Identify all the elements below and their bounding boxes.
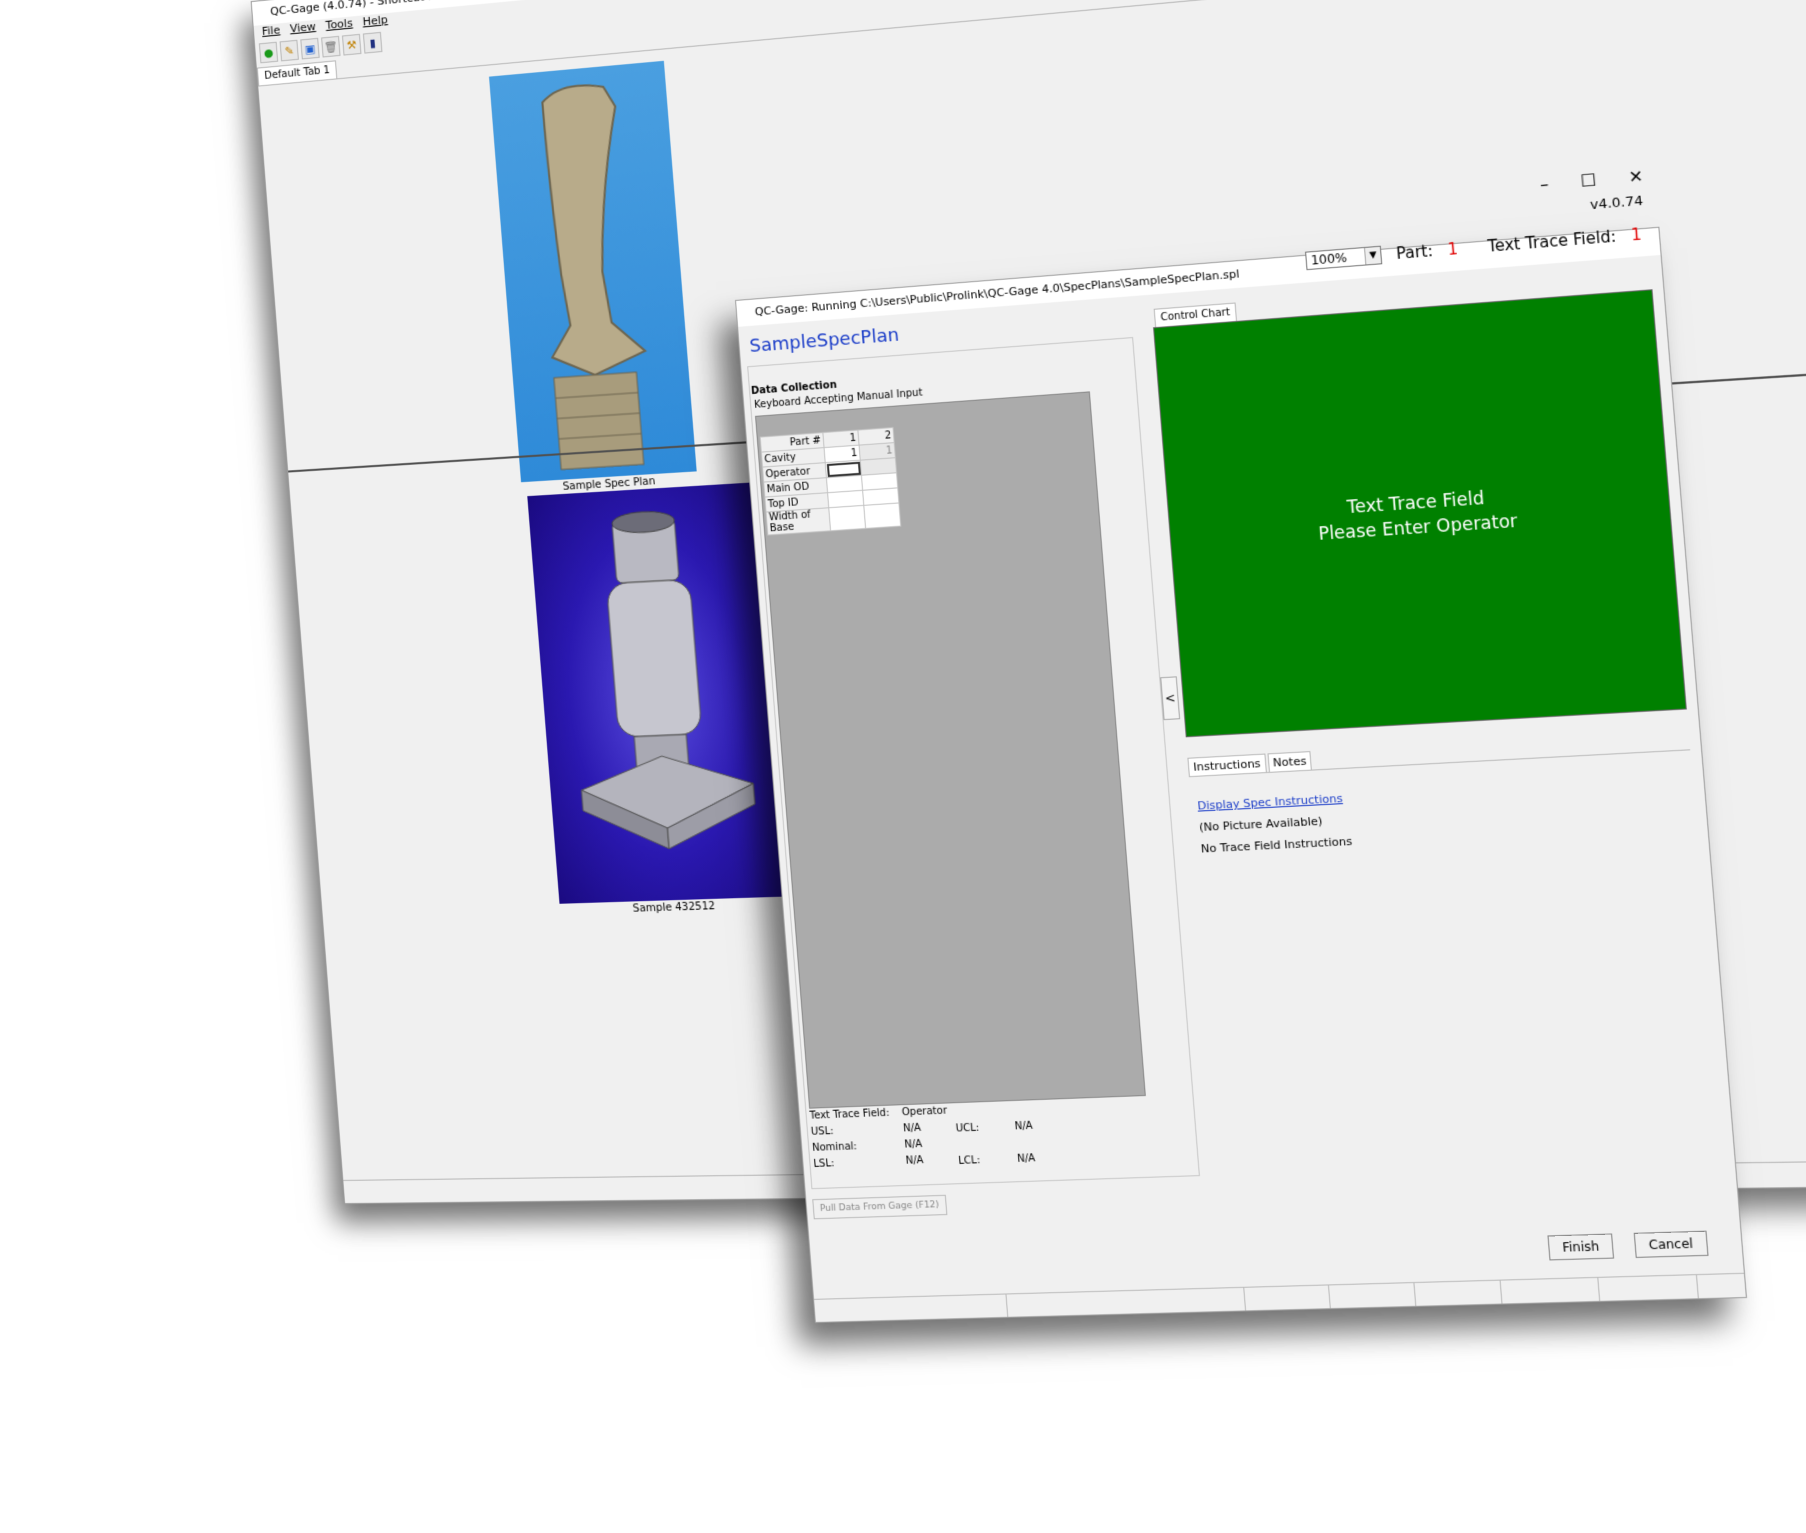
spec-plan-title: SampleSpecPlan [748,324,900,358]
chevron-down-icon[interactable]: ▼ [1363,246,1382,265]
right-panel: Control Chart Text Trace Field Please En… [1143,270,1727,1207]
lcl-label: LCL: [957,1155,981,1167]
ucl-label: UCL: [955,1122,980,1135]
lsl-value: N/A [905,1155,924,1167]
status-segment [1006,1287,1247,1317]
run-icon[interactable]: ▣ [300,37,320,60]
close-button[interactable]: ✕ [1628,166,1644,187]
nominal-label: Nominal: [811,1141,858,1154]
fitting-image[interactable] [527,482,789,904]
lsl-label: LSL: [813,1158,835,1170]
usl-value: N/A [902,1122,922,1135]
status-segment [814,1294,1009,1322]
nominal-value: N/A [904,1138,923,1151]
ucl-value: N/A [1014,1120,1034,1133]
pull-data-button[interactable]: Pull Data From Gage (F12) [812,1194,947,1220]
zoom-value: 100% [1310,250,1348,268]
spec-plan-window: QC-Gage: Running C:\Users\Public\Prolink… [735,166,1748,1324]
part-value: 1 [1447,239,1459,260]
instructions-panel: Display Spec Instructions (No Picture Av… [1188,749,1727,1207]
trace-value: 1 [1630,225,1643,245]
status-segment [1598,1275,1699,1301]
minimize-button[interactable]: – [1539,174,1549,194]
data-table: Part # 1 2 Cavity 1 1 Operator Main OD T… [759,426,902,536]
status-segment [1329,1283,1417,1309]
wrench-icon[interactable]: ⚒ [341,33,362,56]
status-segment [1414,1280,1503,1306]
edit-icon[interactable]: ✎ [279,39,299,62]
row-label: Width of Base [766,507,831,536]
text-trace-label: Text Trace Field: [809,1107,890,1122]
text-trace-value: Operator [901,1105,948,1119]
cancel-button[interactable]: Cancel [1633,1230,1709,1258]
delete-icon[interactable]: 🗑 [321,35,341,58]
menu-file[interactable]: File [261,23,280,41]
menu-help[interactable]: Help [362,13,388,31]
table-cell[interactable] [828,505,866,531]
part-label: Part: [1395,241,1434,264]
turbine-blade-image[interactable] [488,60,697,483]
finish-button[interactable]: Finish [1547,1233,1615,1261]
maximize-button[interactable]: ☐ [1580,170,1597,191]
book-icon[interactable]: ▮ [362,31,383,54]
table-cell[interactable] [863,502,901,529]
status-segment [1500,1277,1601,1304]
lcl-value: N/A [1016,1153,1036,1165]
spec-stats: Text Trace Field: Operator USL: N/A Nomi… [805,1097,1178,1201]
data-grid[interactable]: Part # 1 2 Cavity 1 1 Operator Main OD T… [755,391,1146,1109]
status-segment [1244,1285,1331,1311]
status-bar [814,1272,1746,1322]
control-chart-display: Text Trace Field Please Enter Operator [1153,289,1687,738]
add-icon[interactable]: ● [258,41,279,64]
usl-label: USL: [810,1125,835,1138]
